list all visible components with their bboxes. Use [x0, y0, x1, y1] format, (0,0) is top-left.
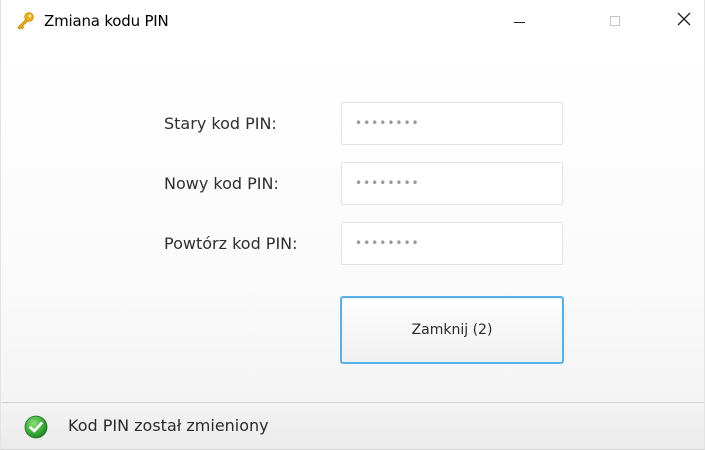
status-bar: Kod PIN został zmieniony — [1, 402, 704, 449]
new-pin-label: Nowy kod PIN: — [164, 174, 279, 193]
close-window-button[interactable] — [661, 0, 705, 42]
old-pin-field[interactable] — [341, 102, 563, 145]
minimize-button[interactable] — [496, 0, 542, 42]
close-dialog-button-label: Zamknij (2) — [411, 322, 493, 338]
status-message: Kod PIN został zmieniony — [68, 416, 269, 435]
maximize-button[interactable] — [592, 0, 638, 42]
success-check-icon — [24, 415, 48, 439]
key-icon — [15, 11, 35, 31]
old-pin-label: Stary kod PIN: — [164, 114, 277, 133]
close-icon — [676, 11, 692, 31]
minimize-icon — [513, 21, 525, 23]
title-bar[interactable]: Zmiana kodu PIN — [1, 0, 704, 42]
maximize-icon — [610, 16, 620, 26]
window-title: Zmiana kodu PIN — [44, 12, 169, 30]
new-pin-field[interactable] — [341, 162, 563, 205]
repeat-pin-field[interactable] — [341, 222, 563, 265]
close-dialog-button[interactable]: Zamknij (2) — [340, 296, 564, 364]
repeat-pin-label: Powtórz kod PIN: — [164, 234, 298, 253]
pin-change-dialog: Zmiana kodu PIN Stary kod PIN: Nowy kod … — [0, 0, 705, 450]
